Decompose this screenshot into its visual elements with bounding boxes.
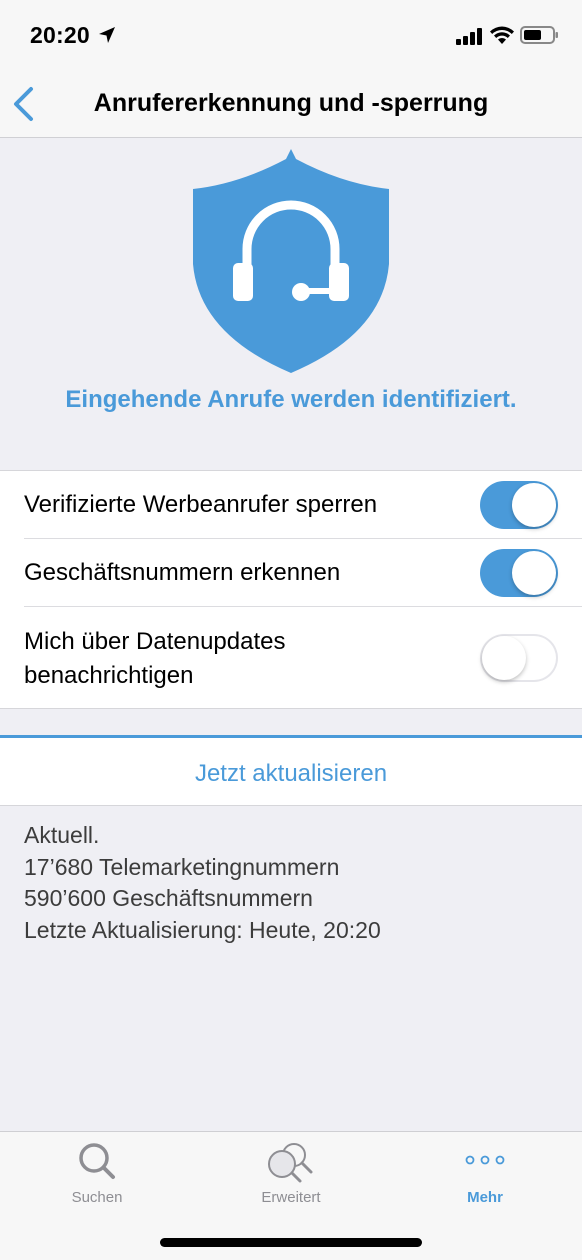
tab-label: Erweitert bbox=[261, 1189, 321, 1206]
setting-label-block-advertisers: Verifizierte Werbeanrufer sperren bbox=[24, 491, 378, 518]
data-update-notify-toggle[interactable] bbox=[480, 634, 558, 682]
tab-advanced[interactable]: Erweitert bbox=[194, 1132, 388, 1222]
more-dots-icon bbox=[465, 1155, 505, 1165]
setting-row-block-advertisers: Verifizierte Werbeanrufer sperren bbox=[0, 471, 582, 539]
shield-headset-icon bbox=[193, 149, 389, 373]
info-last-update: Letzte Aktualisierung: Heute, 20:20 bbox=[24, 916, 381, 943]
label-line: Mich über Datenupdates bbox=[24, 628, 286, 655]
tab-search[interactable]: Suchen bbox=[0, 1132, 194, 1222]
setting-label-data-update-notify: Mich über Datenupdates benachrichtigen bbox=[24, 625, 354, 693]
setting-row-business-numbers: Geschäftsnummern erkennen bbox=[0, 539, 582, 607]
settings-group: Verifizierte Werbeanrufer sperren Geschä… bbox=[0, 470, 582, 709]
signal-icon bbox=[456, 28, 482, 45]
status-bar: 20:20 bbox=[0, 0, 582, 70]
info-telemarketing-count: 17’680 Telemarketingnummern bbox=[24, 853, 340, 880]
toggle-knob bbox=[512, 483, 556, 527]
battery-icon bbox=[520, 26, 558, 44]
update-info: Aktuell. 17’680 Telemarketingnummern 590… bbox=[24, 820, 564, 946]
tab-more[interactable]: Mehr bbox=[388, 1132, 582, 1222]
status-time: 20:20 bbox=[30, 22, 90, 48]
setting-row-data-update-notify: Mich über Datenupdates benachrichtigen bbox=[0, 607, 582, 709]
tab-label: Mehr bbox=[467, 1189, 503, 1206]
setting-label-business-numbers: Geschäftsnummern erkennen bbox=[24, 559, 341, 586]
status-message: Eingehende Anrufe werden identifiziert. bbox=[65, 386, 517, 413]
location-arrow-icon bbox=[99, 27, 115, 43]
block-advertisers-toggle[interactable] bbox=[480, 481, 558, 529]
info-business-count: 590’600 Geschäftsnummern bbox=[24, 885, 313, 911]
home-indicator[interactable] bbox=[160, 1238, 422, 1247]
navigation-bar: Anrufererkennung und -sperrung bbox=[0, 70, 582, 138]
label-line: benachrichtigen bbox=[24, 662, 194, 689]
tab-label: Suchen bbox=[71, 1189, 123, 1206]
wifi-icon bbox=[490, 26, 514, 44]
search-icon bbox=[79, 1143, 115, 1179]
advanced-search-icon bbox=[268, 1143, 313, 1183]
update-now-button[interactable]: Jetzt aktualisieren bbox=[0, 738, 582, 806]
business-numbers-toggle[interactable] bbox=[480, 549, 558, 597]
info-status: Aktuell. bbox=[24, 822, 100, 848]
page-title: Anrufererkennung und -sperrung bbox=[93, 89, 489, 117]
toggle-knob bbox=[482, 636, 526, 680]
update-section: Jetzt aktualisieren bbox=[0, 735, 582, 806]
toggle-knob bbox=[512, 551, 556, 595]
